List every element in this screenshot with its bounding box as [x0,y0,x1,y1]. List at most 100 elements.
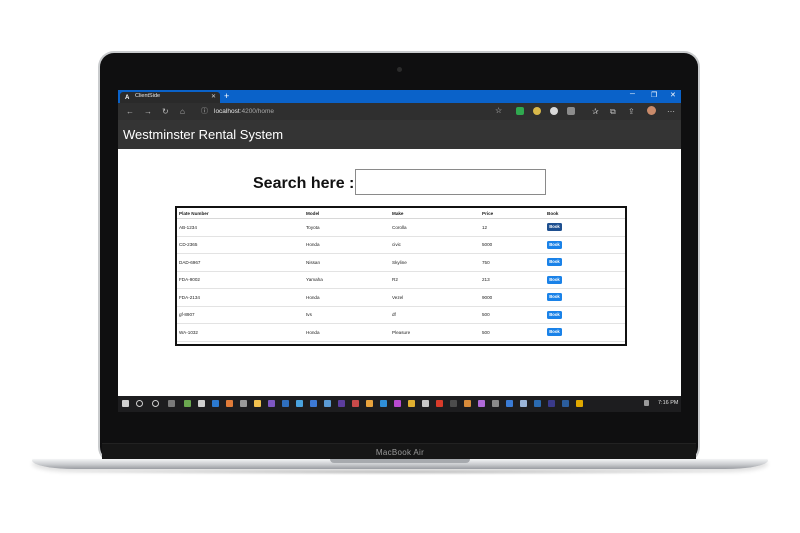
book-button[interactable]: Book [547,240,562,249]
back-icon[interactable]: ← [126,107,134,116]
make-cell: Pleasure [390,323,480,342]
cortana-icon[interactable] [152,400,159,407]
model-cell: Yamaha [304,271,390,289]
app-icon[interactable] [548,400,555,407]
github-icon[interactable] [492,400,499,407]
extension-icon[interactable] [533,107,541,115]
make-cell: df [390,306,480,324]
table-header-row: Plate Number Model Make Price Book [177,208,625,219]
collections-icon[interactable]: ⧉ [610,107,616,116]
laptop-brand: MacBook Air [375,448,425,457]
browser-tab-strip: A ClientSide ✕ + ─ ❐ ✕ [118,90,681,103]
price-cell: 5000 [480,236,545,254]
start-icon[interactable] [122,400,129,407]
photoshop-icon[interactable] [562,400,569,407]
forward-icon[interactable]: → [144,107,152,116]
chrome-icon[interactable] [408,400,415,407]
price-cell: 750 [480,253,545,272]
app-icon[interactable] [478,400,485,407]
plate-cell: CD-2365 [177,236,304,254]
refresh-icon[interactable]: ↻ [162,107,169,116]
app-icon[interactable] [268,400,275,407]
app-icon[interactable] [380,400,387,407]
app-icon[interactable] [282,400,289,407]
app-icon[interactable] [296,400,303,407]
url-host: localhost [214,108,240,115]
app-icon[interactable] [226,400,233,407]
info-icon[interactable]: ⓘ [201,107,208,116]
book-button[interactable]: Book [547,293,562,302]
search-icon[interactable] [136,400,143,407]
column-header-plate: Plate Number [177,208,304,219]
column-header-model: Model [304,208,390,219]
app-icon[interactable] [520,400,527,407]
book-button[interactable]: Book [547,275,562,284]
app-icon[interactable] [394,400,401,407]
profile-avatar[interactable] [647,106,656,115]
price-cell: 9000 [480,288,545,307]
close-window-button[interactable]: ✕ [670,91,676,99]
favorites-icon[interactable]: ✰ [592,107,599,116]
close-tab-icon[interactable]: ✕ [211,93,216,100]
folder-icon[interactable] [254,400,261,407]
windows-taskbar: 7:16 PM [118,396,681,412]
search-input[interactable] [355,169,546,195]
browser-tab[interactable]: A ClientSide ✕ [120,92,220,103]
app-icon[interactable] [450,400,457,407]
book-button[interactable]: Book [547,258,562,267]
model-cell: Honda [304,323,390,342]
plate-cell: AB-1234 [177,218,304,237]
app-icon[interactable] [464,400,471,407]
share-icon[interactable]: ⇪ [628,107,635,116]
price-cell: 500 [480,306,545,324]
app-icon[interactable] [310,400,317,407]
app-icon[interactable] [198,400,205,407]
favorite-star-icon[interactable]: ☆ [495,106,502,115]
url-field[interactable]: localhost:4200/home [214,108,274,115]
make-cell: Skyline [390,253,480,272]
home-icon[interactable]: ⌂ [180,107,185,116]
new-tab-button[interactable]: + [224,91,229,101]
taskbar-clock: 7:16 PM [658,400,679,406]
minimize-button[interactable]: ─ [630,91,635,98]
app-header: Westminster Rental System [118,120,681,149]
make-cell: Corolla [390,218,480,237]
angular-icon: A [125,95,130,101]
address-bar-row: ← → ↻ ⌂ ⓘ localhost:4200/home ☆ ✰ ⧉ ⇪ ⋯ [118,103,681,120]
table-row: DAD-6967 Nissan Skyline 750 Book [177,253,625,272]
shield-extension-icon[interactable] [516,107,524,115]
app-icon[interactable] [506,400,513,407]
price-cell: 12 [480,218,545,237]
table-row: WA-1032 Honda Pleasure 500 Book [177,323,625,342]
app-icon[interactable] [352,400,359,407]
table-row: gf-8907 tvs df 500 Book [177,306,625,324]
book-cell: Book [545,253,625,272]
book-button[interactable]: Book [547,223,562,232]
system-tray-icon[interactable] [644,400,649,406]
extension-icon[interactable] [550,107,558,115]
more-menu-icon[interactable]: ⋯ [667,107,675,116]
app-icon[interactable] [324,400,331,407]
app-icon[interactable] [422,400,429,407]
visual-studio-icon[interactable] [338,400,345,407]
app-icon[interactable] [366,400,373,407]
plate-cell: WA-1032 [177,323,304,342]
book-cell: Book [545,288,625,307]
plate-cell: DAD-6967 [177,253,304,272]
make-cell: R2 [390,271,480,289]
app-icon[interactable] [436,400,443,407]
column-header-make: Make [390,208,480,219]
edge-icon[interactable] [212,400,219,407]
app-icon[interactable] [576,400,583,407]
book-button[interactable]: Book [547,328,562,337]
book-button[interactable]: Book [547,310,562,319]
webcam [397,67,402,72]
task-view-icon[interactable] [168,400,175,407]
app-icon[interactable] [184,400,191,407]
extension-icon[interactable] [567,107,575,115]
app-icon[interactable] [534,400,541,407]
table-row: CD-2365 Honda civic 5000 Book [177,236,625,254]
price-cell: 500 [480,323,545,342]
app-icon[interactable] [240,400,247,407]
restore-button[interactable]: ❐ [651,91,657,99]
